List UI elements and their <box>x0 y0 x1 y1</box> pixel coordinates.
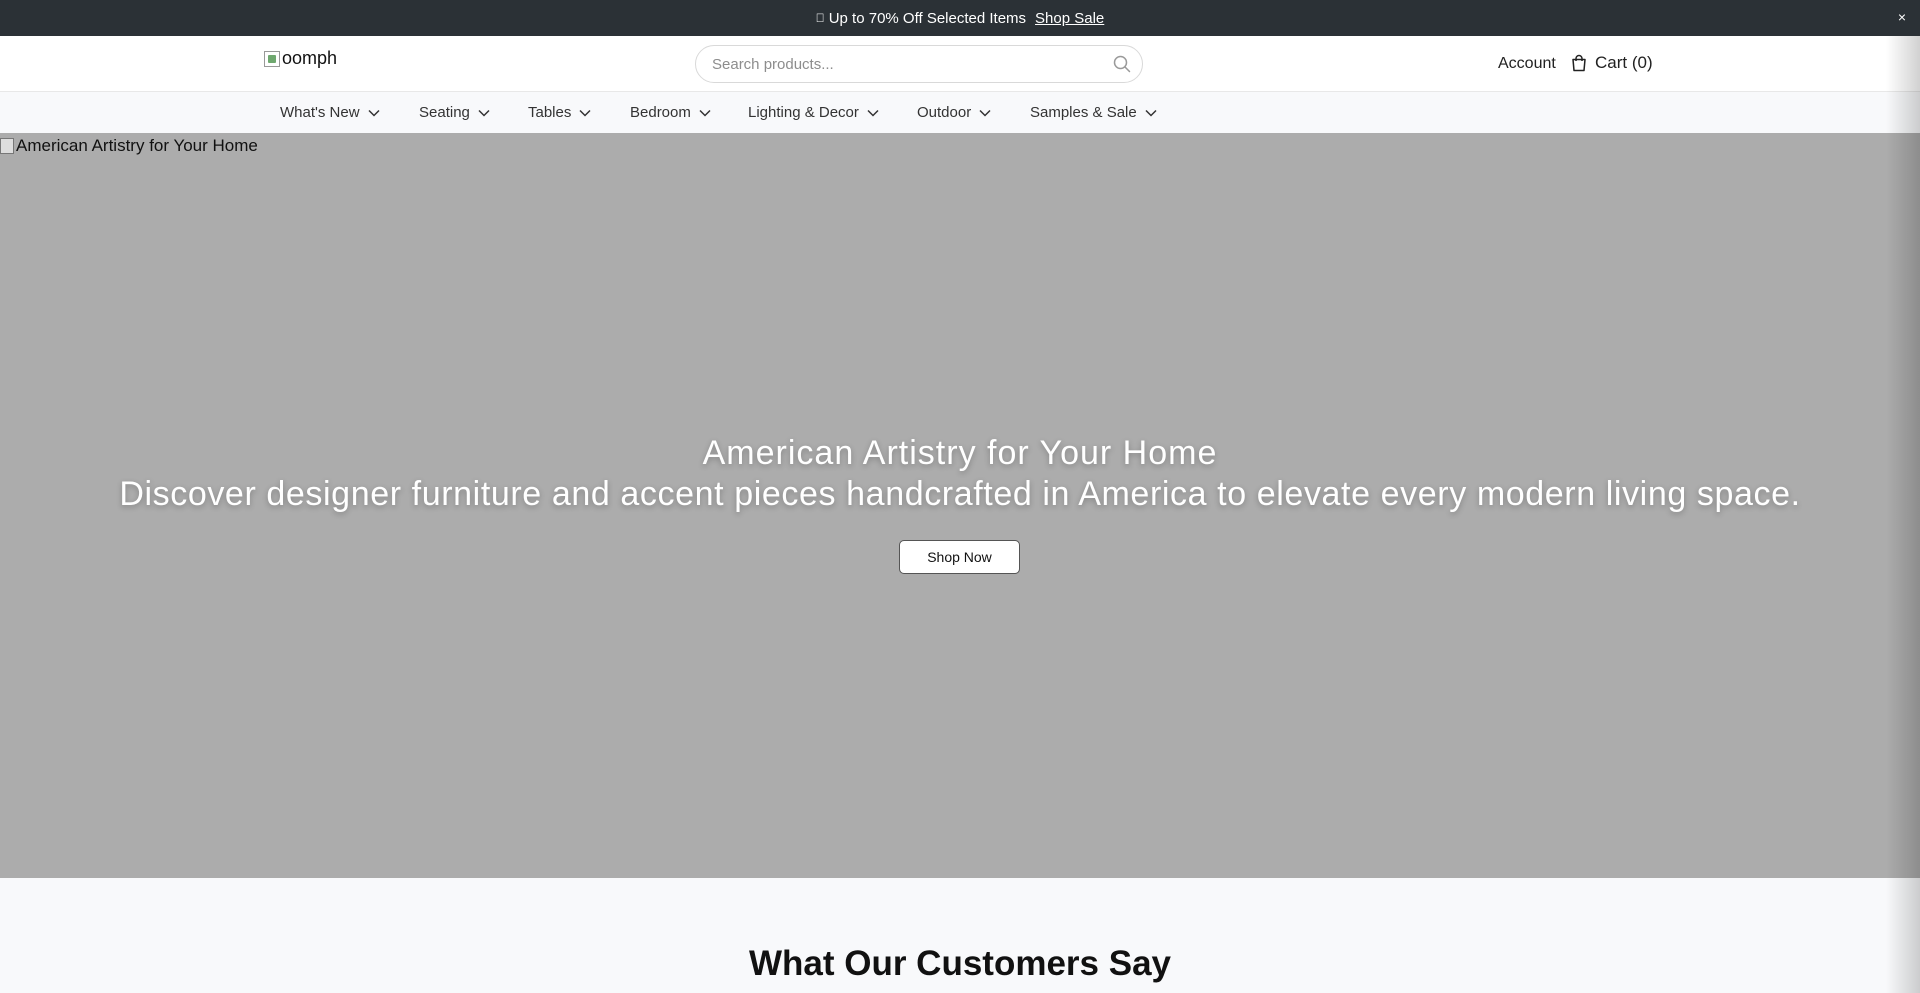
nav-item-outdoor[interactable]: Outdoor <box>917 104 991 121</box>
chevron-down-icon <box>867 109 879 117</box>
nav-item-label: Seating <box>419 104 470 121</box>
nav-item-label: Tables <box>528 104 572 121</box>
search-icon[interactable] <box>1102 45 1142 83</box>
close-icon[interactable]: × <box>1898 9 1906 25</box>
nav-item-tables[interactable]: Tables <box>528 104 591 121</box>
nav-item-lighting-decor[interactable]: Lighting & Decor <box>748 104 879 121</box>
site-header: oomph Account Cart (0) <box>0 36 1920 92</box>
search-bar <box>695 45 1143 83</box>
announcement-bar:  Up to 70% Off Selected Items Shop Sale… <box>0 0 1920 36</box>
hero-title: American Artistry for Your Home <box>702 434 1218 472</box>
search-input[interactable] <box>712 55 1102 73</box>
hero-subtitle: Discover designer furniture and accent p… <box>119 475 1801 513</box>
logo[interactable]: oomph <box>264 48 337 69</box>
logo-alt-text: oomph <box>282 48 338 68</box>
broken-image-icon <box>264 50 280 67</box>
nav-item-label: Samples & Sale <box>1030 104 1137 121</box>
tag-icon:  <box>816 11 825 25</box>
cart-label: Cart (0) <box>1595 53 1653 72</box>
nav-item-bedroom[interactable]: Bedroom <box>630 104 711 121</box>
chevron-down-icon <box>478 109 490 117</box>
shopping-bag-icon <box>1571 54 1587 72</box>
testimonials-section: What Our Customers Say <box>0 878 1920 993</box>
nav-item-seating[interactable]: Seating <box>419 104 490 121</box>
nav-item-whats-new[interactable]: What's New <box>280 104 380 121</box>
shop-sale-link[interactable]: Shop Sale <box>1035 10 1104 27</box>
chevron-down-icon <box>699 109 711 117</box>
hero-image-alt-text: American Artistry for Your Home <box>16 136 258 155</box>
nav-item-label: Lighting & Decor <box>748 104 859 121</box>
hero-image: American Artistry for Your Home <box>0 136 258 156</box>
nav-item-label: Bedroom <box>630 104 691 121</box>
hero-banner: American Artistry for Your Home American… <box>0 133 1920 878</box>
broken-image-icon <box>0 138 14 154</box>
announcement-text: Up to 70% Off Selected Items <box>824 9 1026 27</box>
chevron-down-icon <box>579 109 591 117</box>
nav-item-label: Outdoor <box>917 104 972 121</box>
account-link[interactable]: Account <box>1498 55 1556 73</box>
section-heading: What Our Customers Say <box>748 944 1172 983</box>
nav-item-label: What's New <box>280 104 360 121</box>
chevron-down-icon <box>979 109 991 117</box>
cart-button[interactable]: Cart (0) <box>1571 53 1653 73</box>
nav-item-samples-sale[interactable]: Samples & Sale <box>1030 104 1157 121</box>
chevron-down-icon <box>368 109 380 117</box>
chevron-down-icon <box>1145 109 1157 117</box>
shop-now-button[interactable]: Shop Now <box>899 540 1020 574</box>
main-nav: What's New Seating Tables Bedroom Lighti… <box>0 92 1920 134</box>
